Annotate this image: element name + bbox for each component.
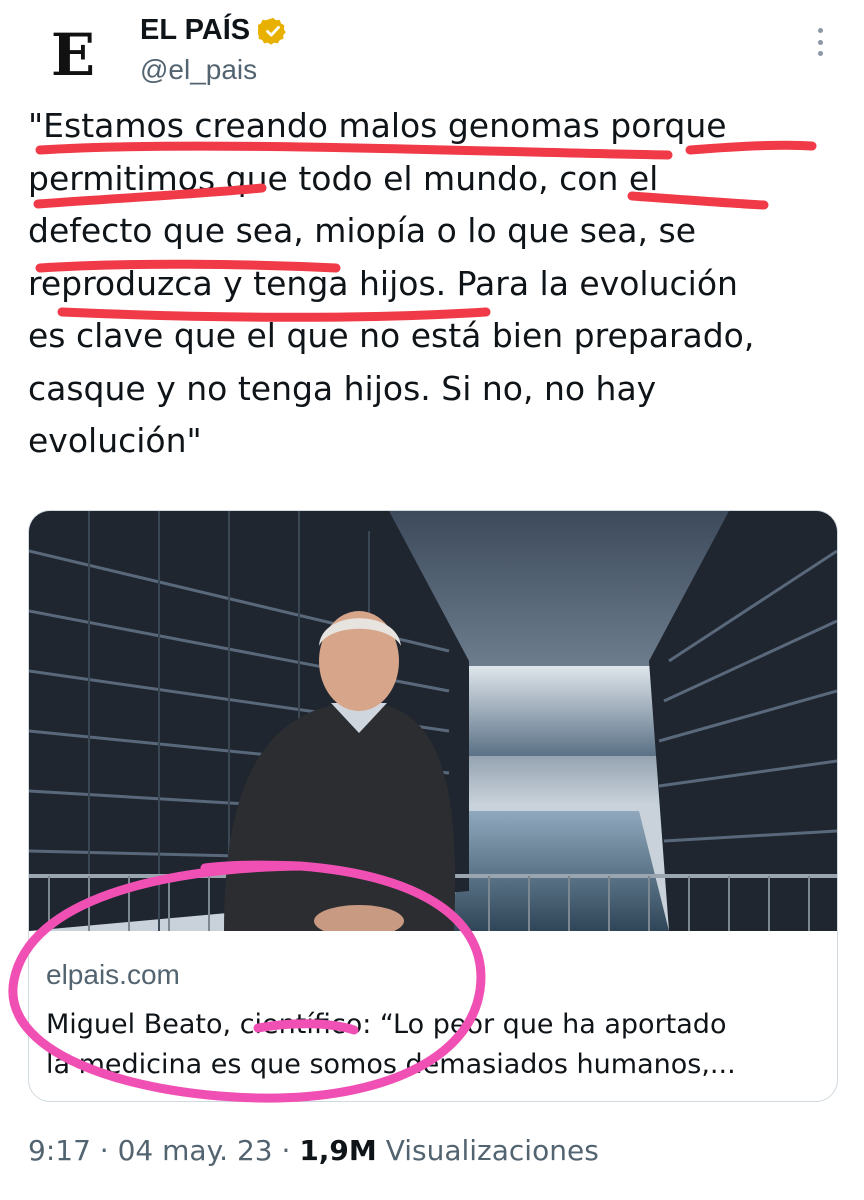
tweet-time[interactable]: 9:17 [28, 1134, 91, 1167]
views-label[interactable]: Visualizaciones [386, 1134, 599, 1167]
separator: · [281, 1134, 291, 1167]
card-title-line: Miguel Beato, científico: “Lo peor que h… [46, 1009, 727, 1040]
name-row: EL PAÍS [140, 14, 288, 47]
card-title-line: la medicina es que somos demasiados huma… [46, 1049, 736, 1080]
tweet-text: "Estamos creando malos genomas porque pe… [28, 100, 848, 468]
tweet-line: reproduzca y tenga hijos. Para la evoluc… [28, 263, 738, 303]
article-photo[interactable] [29, 511, 837, 931]
display-name[interactable]: EL PAÍS [140, 14, 250, 47]
avatar[interactable]: E [36, 18, 110, 92]
tweet-date[interactable]: 04 may. 23 [118, 1134, 273, 1167]
tweet-line: defecto que sea, miopía o lo que sea, se [28, 211, 696, 250]
verified-badge-icon [258, 17, 286, 45]
handle[interactable]: @el_pais [140, 54, 257, 86]
views-count: 1,9M [299, 1134, 377, 1167]
tweet-line: casque y no tenga hijos. Si no, no hay [28, 368, 657, 408]
tweet-line: es clave que el que no está bien prepara… [28, 316, 755, 355]
link-preview-card[interactable]: elpais.com Miguel Beato, científico: “Lo… [28, 510, 838, 1102]
tweet-line: "Estamos creando malos genomas porque [28, 106, 727, 145]
tweet-line: permitimos que todo el mundo, con el [28, 158, 659, 198]
card-title[interactable]: Miguel Beato, científico: “Lo peor que h… [46, 1005, 826, 1085]
tweet-line: evolución" [28, 421, 202, 460]
more-options-icon[interactable] [810, 24, 830, 60]
tweet-meta: 9:17 · 04 may. 23 · 1,9M Visualizaciones [28, 1134, 599, 1167]
card-domain[interactable]: elpais.com [46, 959, 180, 991]
separator: · [99, 1134, 109, 1167]
